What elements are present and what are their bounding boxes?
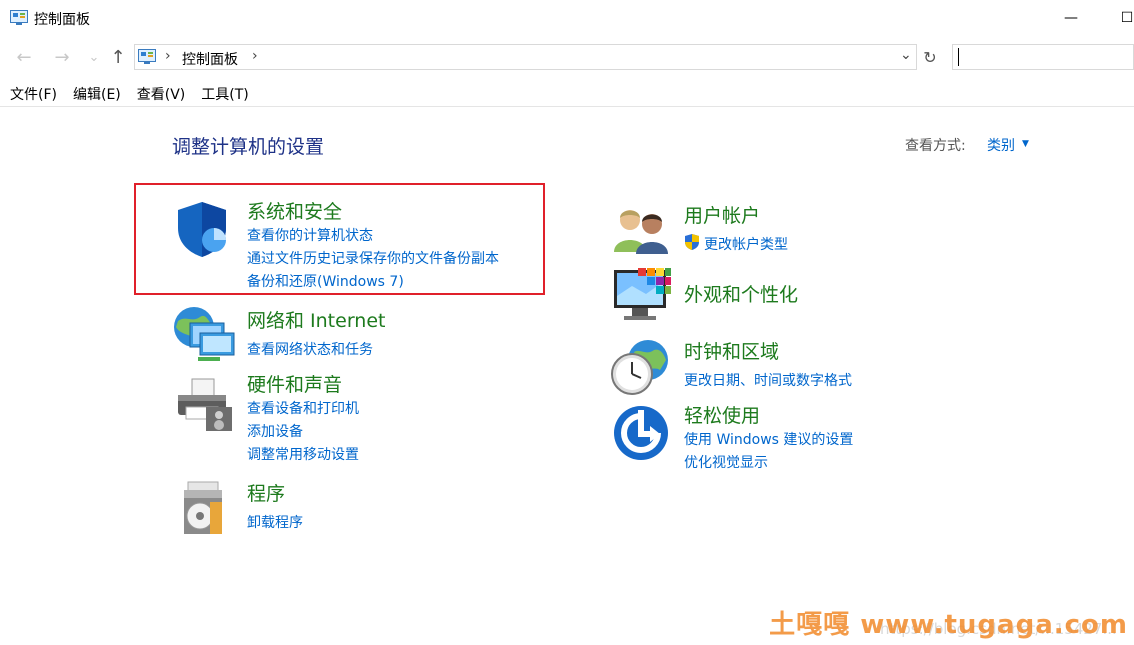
menu-tools[interactable]: 工具(T): [201, 83, 248, 107]
monitor-icon: [614, 268, 671, 320]
programs-icon: [184, 481, 222, 534]
menu-file[interactable]: 文件(F): [10, 83, 57, 107]
control-panel-icon: [10, 10, 28, 25]
link-change-date-time-format[interactable]: 更改日期、时间或数字格式: [684, 370, 852, 390]
category-clock-region[interactable]: 时钟和区域: [684, 337, 779, 364]
clock-icon: [611, 340, 668, 395]
menu-divider: [0, 106, 1134, 107]
page-title: 调整计算机的设置: [172, 136, 325, 158]
network-icon: [174, 307, 235, 361]
category-network-internet[interactable]: 网络和 Internet: [247, 306, 385, 333]
link-recommended-settings[interactable]: 使用 Windows 建议的设置: [684, 429, 853, 449]
address-dropdown-button[interactable]: ⌄: [900, 47, 912, 63]
back-button[interactable]: ←: [12, 47, 36, 69]
link-network-status[interactable]: 查看网络状态和任务: [247, 339, 373, 359]
link-file-history[interactable]: 通过文件历史记录保存你的文件备份副本: [247, 248, 499, 268]
breadcrumb-control-panel[interactable]: 控制面板: [182, 49, 238, 69]
search-input[interactable]: [952, 44, 1134, 70]
text-caret: [958, 48, 959, 66]
dropdown-caret-icon[interactable]: ▼: [1022, 139, 1029, 149]
category-ease-of-access[interactable]: 轻松使用: [684, 401, 760, 428]
menu-view[interactable]: 查看(V): [137, 83, 186, 107]
printer-icon: [178, 378, 232, 431]
category-hardware-sound[interactable]: 硬件和声音: [247, 370, 342, 397]
view-by-dropdown[interactable]: 类别: [987, 135, 1015, 155]
window-title: 控制面板: [34, 12, 90, 28]
link-devices-printers[interactable]: 查看设备和打印机: [247, 398, 359, 418]
menu-edit[interactable]: 编辑(E): [73, 83, 121, 107]
breadcrumb-separator[interactable]: ›: [165, 48, 171, 64]
link-change-account-type[interactable]: 更改帐户类型: [704, 234, 788, 254]
link-mobility-settings[interactable]: 调整常用移动设置: [247, 444, 359, 464]
link-uninstall-program[interactable]: 卸载程序: [247, 512, 303, 532]
category-programs[interactable]: 程序: [247, 479, 285, 506]
uac-shield-icon: [685, 234, 699, 250]
up-button[interactable]: ↑: [106, 47, 130, 69]
link-optimize-visual-display[interactable]: 优化视觉显示: [684, 452, 768, 472]
minimize-button[interactable]: —: [1056, 6, 1086, 30]
shield-icon: [178, 202, 226, 257]
category-system-security[interactable]: 系统和安全: [247, 197, 342, 224]
category-appearance-personalization[interactable]: 外观和个性化: [684, 280, 798, 307]
users-icon: [614, 210, 668, 254]
control-panel-icon: [138, 49, 156, 64]
watermark-brand: 土嘎嘎 www.tugaga.com: [769, 610, 1128, 640]
forward-button[interactable]: →: [50, 47, 74, 69]
link-backup-restore[interactable]: 备份和还原(Windows 7): [247, 271, 404, 291]
refresh-button[interactable]: ↻: [918, 44, 942, 70]
title-bar: [0, 0, 1134, 36]
view-by-label: 查看方式:: [905, 138, 966, 154]
ease-icon: [614, 406, 668, 460]
recent-locations-button[interactable]: ⌄: [82, 47, 106, 69]
link-add-device[interactable]: 添加设备: [247, 421, 303, 441]
breadcrumb-separator[interactable]: ›: [252, 48, 258, 64]
link-view-computer-status[interactable]: 查看你的计算机状态: [247, 225, 373, 245]
category-user-accounts[interactable]: 用户帐户: [684, 201, 760, 228]
menu-bar: 文件(F) 编辑(E) 查看(V) 工具(T): [0, 83, 255, 107]
maximize-button[interactable]: ☐: [1112, 6, 1134, 30]
